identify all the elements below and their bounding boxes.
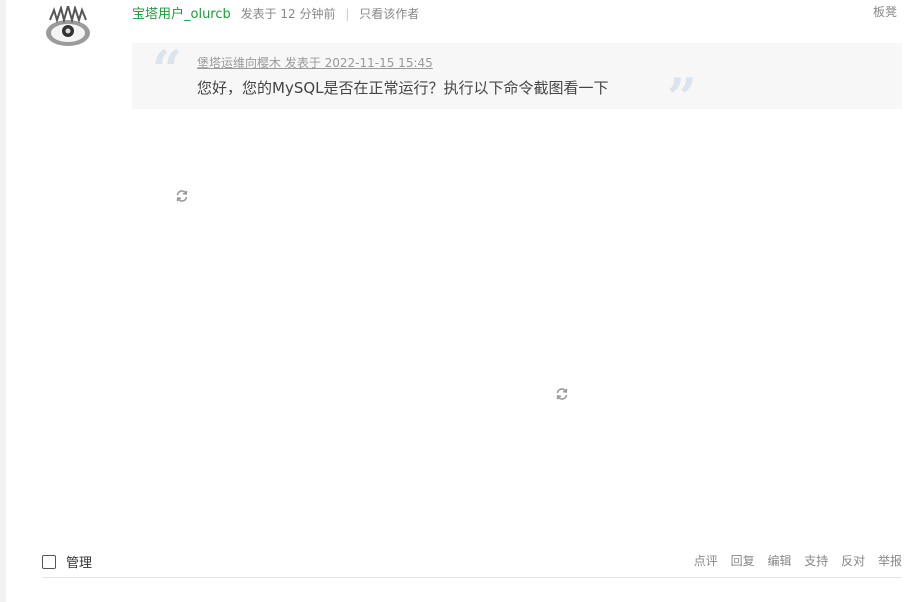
author-link[interactable]: 宝塔用户_olurcb <box>132 7 231 22</box>
separator: | <box>345 7 350 21</box>
post-meta: 宝塔用户_olurcb 发表于 12 分钟前 | 只看该作者 <box>132 3 419 22</box>
posted-time: 发表于 12 分钟前 <box>240 7 336 21</box>
comment-button[interactable]: 点评 <box>694 554 718 568</box>
reload-icon[interactable] <box>175 188 189 202</box>
quote-block: “ 堡塔运维向樱木 发表于 2022-11-15 15:45 您好，您的MySQ… <box>132 40 902 125</box>
avatar[interactable] <box>44 2 92 48</box>
quote-close-icon: ” <box>667 68 697 129</box>
reload-icon[interactable] <box>555 386 569 400</box>
support-button[interactable]: 支持 <box>804 554 828 568</box>
quote-open-icon: “ <box>152 40 182 101</box>
oppose-button[interactable]: 反对 <box>841 554 865 568</box>
avatar-image <box>46 2 90 46</box>
manage-label[interactable]: 管理 <box>66 552 92 571</box>
only-author-link[interactable]: 只看该作者 <box>359 7 419 21</box>
floor-label[interactable]: 板凳 <box>873 3 897 20</box>
bottom-divider <box>42 577 902 578</box>
manage-control: 管理 <box>42 552 92 571</box>
quote-text: 您好，您的MySQL是否在正常运行？执行以下命令截图看一下 <box>197 79 609 97</box>
manage-checkbox[interactable] <box>42 554 56 569</box>
reply-button[interactable]: 回复 <box>731 554 755 568</box>
edit-button[interactable]: 编辑 <box>767 554 791 568</box>
report-button[interactable]: 举报 <box>878 554 902 568</box>
quote-header-link[interactable]: 堡塔运维向樱木 发表于 2022-11-15 15:45 <box>197 54 433 71</box>
left-rule <box>0 0 6 602</box>
post-actions: 点评 回复 编辑 支持 反对 举报 <box>685 552 902 569</box>
